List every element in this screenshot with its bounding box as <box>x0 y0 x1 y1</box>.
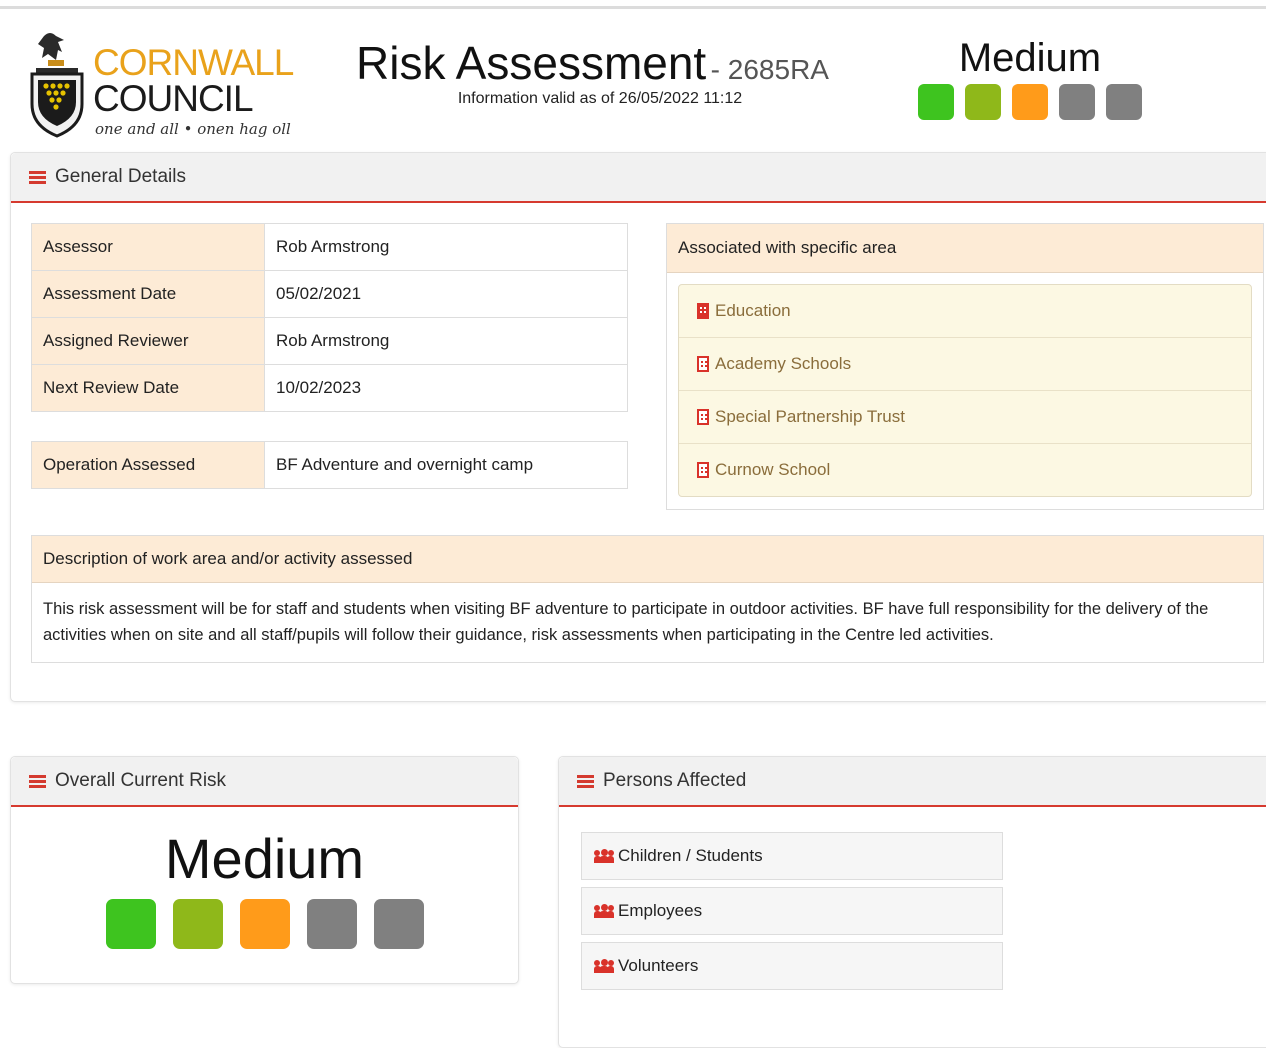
persons-affected-header[interactable]: Persons Affected <box>559 757 1266 807</box>
valid-as-of-text: Information valid as of 26/05/2022 11:12 <box>457 90 743 107</box>
description-heading: Description of work area and/or activity… <box>32 536 1263 583</box>
assigned-reviewer-value: Rob Armstrong <box>264 317 628 365</box>
top-divider <box>0 6 1266 9</box>
risk-scale-square-1 <box>918 84 954 120</box>
risk-scale-square-5 <box>373 899 424 949</box>
overall-risk-panel: Overall Current Risk Medium <box>10 756 519 984</box>
person-item-label: Employees <box>618 901 703 920</box>
persons-list: Children / Students Employees Volunteers <box>581 832 1003 997</box>
assessment-details-table: Assessor Rob Armstrong Assessment Date 0… <box>31 223 628 412</box>
users-icon <box>594 849 614 863</box>
logo-text-council: COUNCIL <box>93 78 254 119</box>
description-box: Description of work area and/or activity… <box>31 535 1264 663</box>
area-item-special-partnership-trust[interactable]: Special Partnership Trust <box>679 391 1251 444</box>
table-row: Next Review Date 10/02/2023 <box>31 364 628 412</box>
header-risk-indicator: Medium <box>912 36 1148 120</box>
area-item-curnow-school[interactable]: Curnow School <box>679 444 1251 496</box>
risk-scale-square-3 <box>239 899 290 949</box>
page-title-text: Risk Assessment <box>356 37 707 89</box>
general-details-panel: General Details Assessor Rob Armstrong A… <box>10 152 1266 702</box>
menu-icon <box>577 774 594 788</box>
person-item-label: Volunteers <box>618 956 699 975</box>
menu-icon <box>29 774 46 788</box>
assessor-label: Assessor <box>31 223 265 271</box>
area-item-label: Curnow School <box>715 460 831 479</box>
risk-scale-square-4 <box>306 899 357 949</box>
area-item-label: Education <box>715 301 791 320</box>
overall-risk-header[interactable]: Overall Current Risk <box>11 757 518 807</box>
operation-table: Operation Assessed BF Adventure and over… <box>31 441 628 489</box>
cornwall-council-logo: CORNWALL COUNCIL one and all • onen hag … <box>26 30 316 142</box>
person-item-volunteers: Volunteers <box>581 942 1003 990</box>
risk-scale-square-3 <box>1012 84 1048 120</box>
users-icon <box>594 959 614 973</box>
table-row: Assigned Reviewer Rob Armstrong <box>31 317 628 365</box>
overall-risk-title: Overall Current Risk <box>55 770 227 791</box>
council-crest-icon <box>30 33 84 138</box>
risk-scale <box>11 899 518 949</box>
menu-icon <box>29 170 46 184</box>
building-icon <box>697 462 709 478</box>
assessment-date-value: 05/02/2021 <box>264 270 628 318</box>
area-item-academy-schools[interactable]: Academy Schools <box>679 338 1251 391</box>
risk-scale-square-5 <box>1106 84 1142 120</box>
assessment-date-label: Assessment Date <box>31 270 265 318</box>
risk-scale-square-1 <box>105 899 156 949</box>
risk-scale-square-2 <box>965 84 1001 120</box>
page-title: Risk Assessment - 2685RA <box>356 36 829 90</box>
associated-area-box: Associated with specific area Education … <box>666 223 1264 510</box>
risk-scale-square-2 <box>172 899 223 949</box>
area-item-label: Academy Schools <box>715 354 852 373</box>
assessor-value: Rob Armstrong <box>264 223 628 271</box>
area-item-education[interactable]: Education <box>679 285 1251 338</box>
associated-area-heading: Associated with specific area <box>667 224 1263 273</box>
logo-motto: one and all • onen hag oll <box>95 120 291 138</box>
person-item-employees: Employees <box>581 887 1003 935</box>
building-icon <box>697 356 709 372</box>
description-text: This risk assessment will be for staff a… <box>43 600 1209 644</box>
next-review-date-label: Next Review Date <box>31 364 265 412</box>
building-icon <box>697 303 709 319</box>
person-item-children-students: Children / Students <box>581 832 1003 880</box>
table-row: Operation Assessed BF Adventure and over… <box>31 441 628 489</box>
next-review-date-value: 10/02/2023 <box>264 364 628 412</box>
logo-text-cornwall: CORNWALL <box>93 42 294 83</box>
users-icon <box>594 904 614 918</box>
operation-assessed-value: BF Adventure and overnight camp <box>264 441 628 489</box>
building-icon <box>697 409 709 425</box>
persons-affected-title: Persons Affected <box>603 770 747 791</box>
risk-scale <box>912 84 1148 120</box>
header-risk-level: Medium <box>958 36 1102 80</box>
operation-assessed-label: Operation Assessed <box>31 441 265 489</box>
general-details-header[interactable]: General Details <box>11 153 1266 203</box>
assigned-reviewer-label: Assigned Reviewer <box>31 317 265 365</box>
assessment-code: - 2685RA <box>710 54 829 85</box>
area-hierarchy-list: Education Academy Schools Special Partne… <box>678 284 1252 497</box>
general-details-title: General Details <box>55 166 186 187</box>
risk-scale-square-4 <box>1059 84 1095 120</box>
overall-risk-indicator: Medium <box>11 829 518 949</box>
area-item-label: Special Partnership Trust <box>715 407 905 426</box>
person-item-label: Children / Students <box>618 846 763 865</box>
overall-risk-level: Medium <box>164 827 365 890</box>
persons-affected-panel: Persons Affected Children / Students Emp… <box>558 756 1266 1048</box>
table-row: Assessment Date 05/02/2021 <box>31 270 628 318</box>
table-row: Assessor Rob Armstrong <box>31 223 628 271</box>
